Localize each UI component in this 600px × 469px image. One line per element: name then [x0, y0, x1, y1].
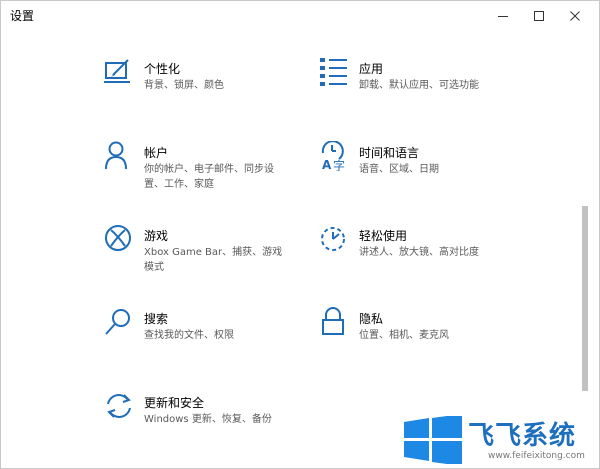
- setting-personalization[interactable]: 个性化 背景、锁屏、颜色: [104, 57, 334, 117]
- setting-description: 卸载、默认应用、可选功能: [359, 80, 479, 91]
- minimize-icon: [498, 16, 508, 17]
- windows-logo-icon: [404, 416, 462, 464]
- setting-description: Xbox Game Bar、捕获、游戏模式: [144, 247, 283, 273]
- maximize-button[interactable]: [521, 1, 557, 31]
- setting-description: 讲述人、放大镜、高对比度: [359, 247, 479, 258]
- accounts-icon: [105, 141, 127, 170]
- update-security-icon: [107, 394, 131, 418]
- settings-window: 设置 个性化 背景、锁屏、颜色 应用 卸载、默认应用、可选功能 帐户 你的帐户、…: [0, 0, 600, 469]
- setting-label: 游戏: [144, 229, 169, 243]
- ease-of-access-icon: [321, 227, 345, 251]
- setting-description: 你的帐户、电子邮件、同步设置、工作、家庭: [144, 164, 274, 190]
- minimize-button[interactable]: [485, 1, 521, 31]
- setting-description: 位置、相机、麦克风: [359, 330, 449, 341]
- setting-update-security[interactable]: 更新和安全 Windows 更新、恢复、备份: [104, 391, 334, 451]
- setting-apps[interactable]: 应用 卸载、默认应用、可选功能: [319, 57, 549, 117]
- setting-label: 个性化: [144, 62, 181, 76]
- setting-description: 背景、锁屏、颜色: [144, 80, 224, 91]
- privacy-icon: [322, 307, 344, 335]
- svg-text:A: A: [322, 158, 332, 171]
- svg-text:字: 字: [333, 158, 345, 171]
- setting-accounts[interactable]: 帐户 你的帐户、电子邮件、同步设置、工作、家庭: [104, 141, 334, 201]
- setting-label: 隐私: [359, 312, 384, 326]
- setting-label: 轻松使用: [359, 229, 408, 243]
- search-icon: [105, 309, 130, 335]
- personalization-icon: [104, 59, 130, 83]
- setting-label: 更新和安全: [144, 396, 205, 410]
- close-icon: [570, 11, 580, 21]
- apps-icon: [320, 58, 347, 86]
- setting-label: 应用: [359, 62, 384, 76]
- setting-ease-of-access[interactable]: 轻松使用 讲述人、放大镜、高对比度: [319, 224, 549, 284]
- setting-description: Windows 更新、恢复、备份: [144, 414, 272, 425]
- setting-description: 查找我的文件、权限: [144, 330, 234, 341]
- close-button[interactable]: [557, 1, 593, 31]
- gaming-icon: [105, 225, 131, 251]
- watermark-url: www.feifeixitong.com: [488, 451, 585, 461]
- watermark-text: 飞飞系统: [468, 421, 577, 451]
- scrollbar-thumb[interactable]: [582, 206, 588, 391]
- time-language-icon: A 字: [321, 141, 345, 171]
- setting-gaming[interactable]: 游戏 Xbox Game Bar、捕获、游戏模式: [104, 224, 334, 284]
- setting-label: 帐户: [144, 146, 169, 160]
- setting-label: 搜索: [144, 312, 169, 326]
- maximize-icon: [534, 11, 544, 21]
- setting-privacy[interactable]: 隐私 位置、相机、麦克风: [319, 307, 549, 367]
- title-bar[interactable]: 设置: [1, 1, 599, 31]
- setting-time-language[interactable]: A 字 时间和语言 语音、区域、日期: [319, 141, 549, 201]
- window-title: 设置: [10, 9, 35, 23]
- setting-description: 语音、区域、日期: [359, 164, 439, 175]
- setting-label: 时间和语言: [359, 146, 420, 160]
- setting-search[interactable]: 搜索 查找我的文件、权限: [104, 307, 334, 367]
